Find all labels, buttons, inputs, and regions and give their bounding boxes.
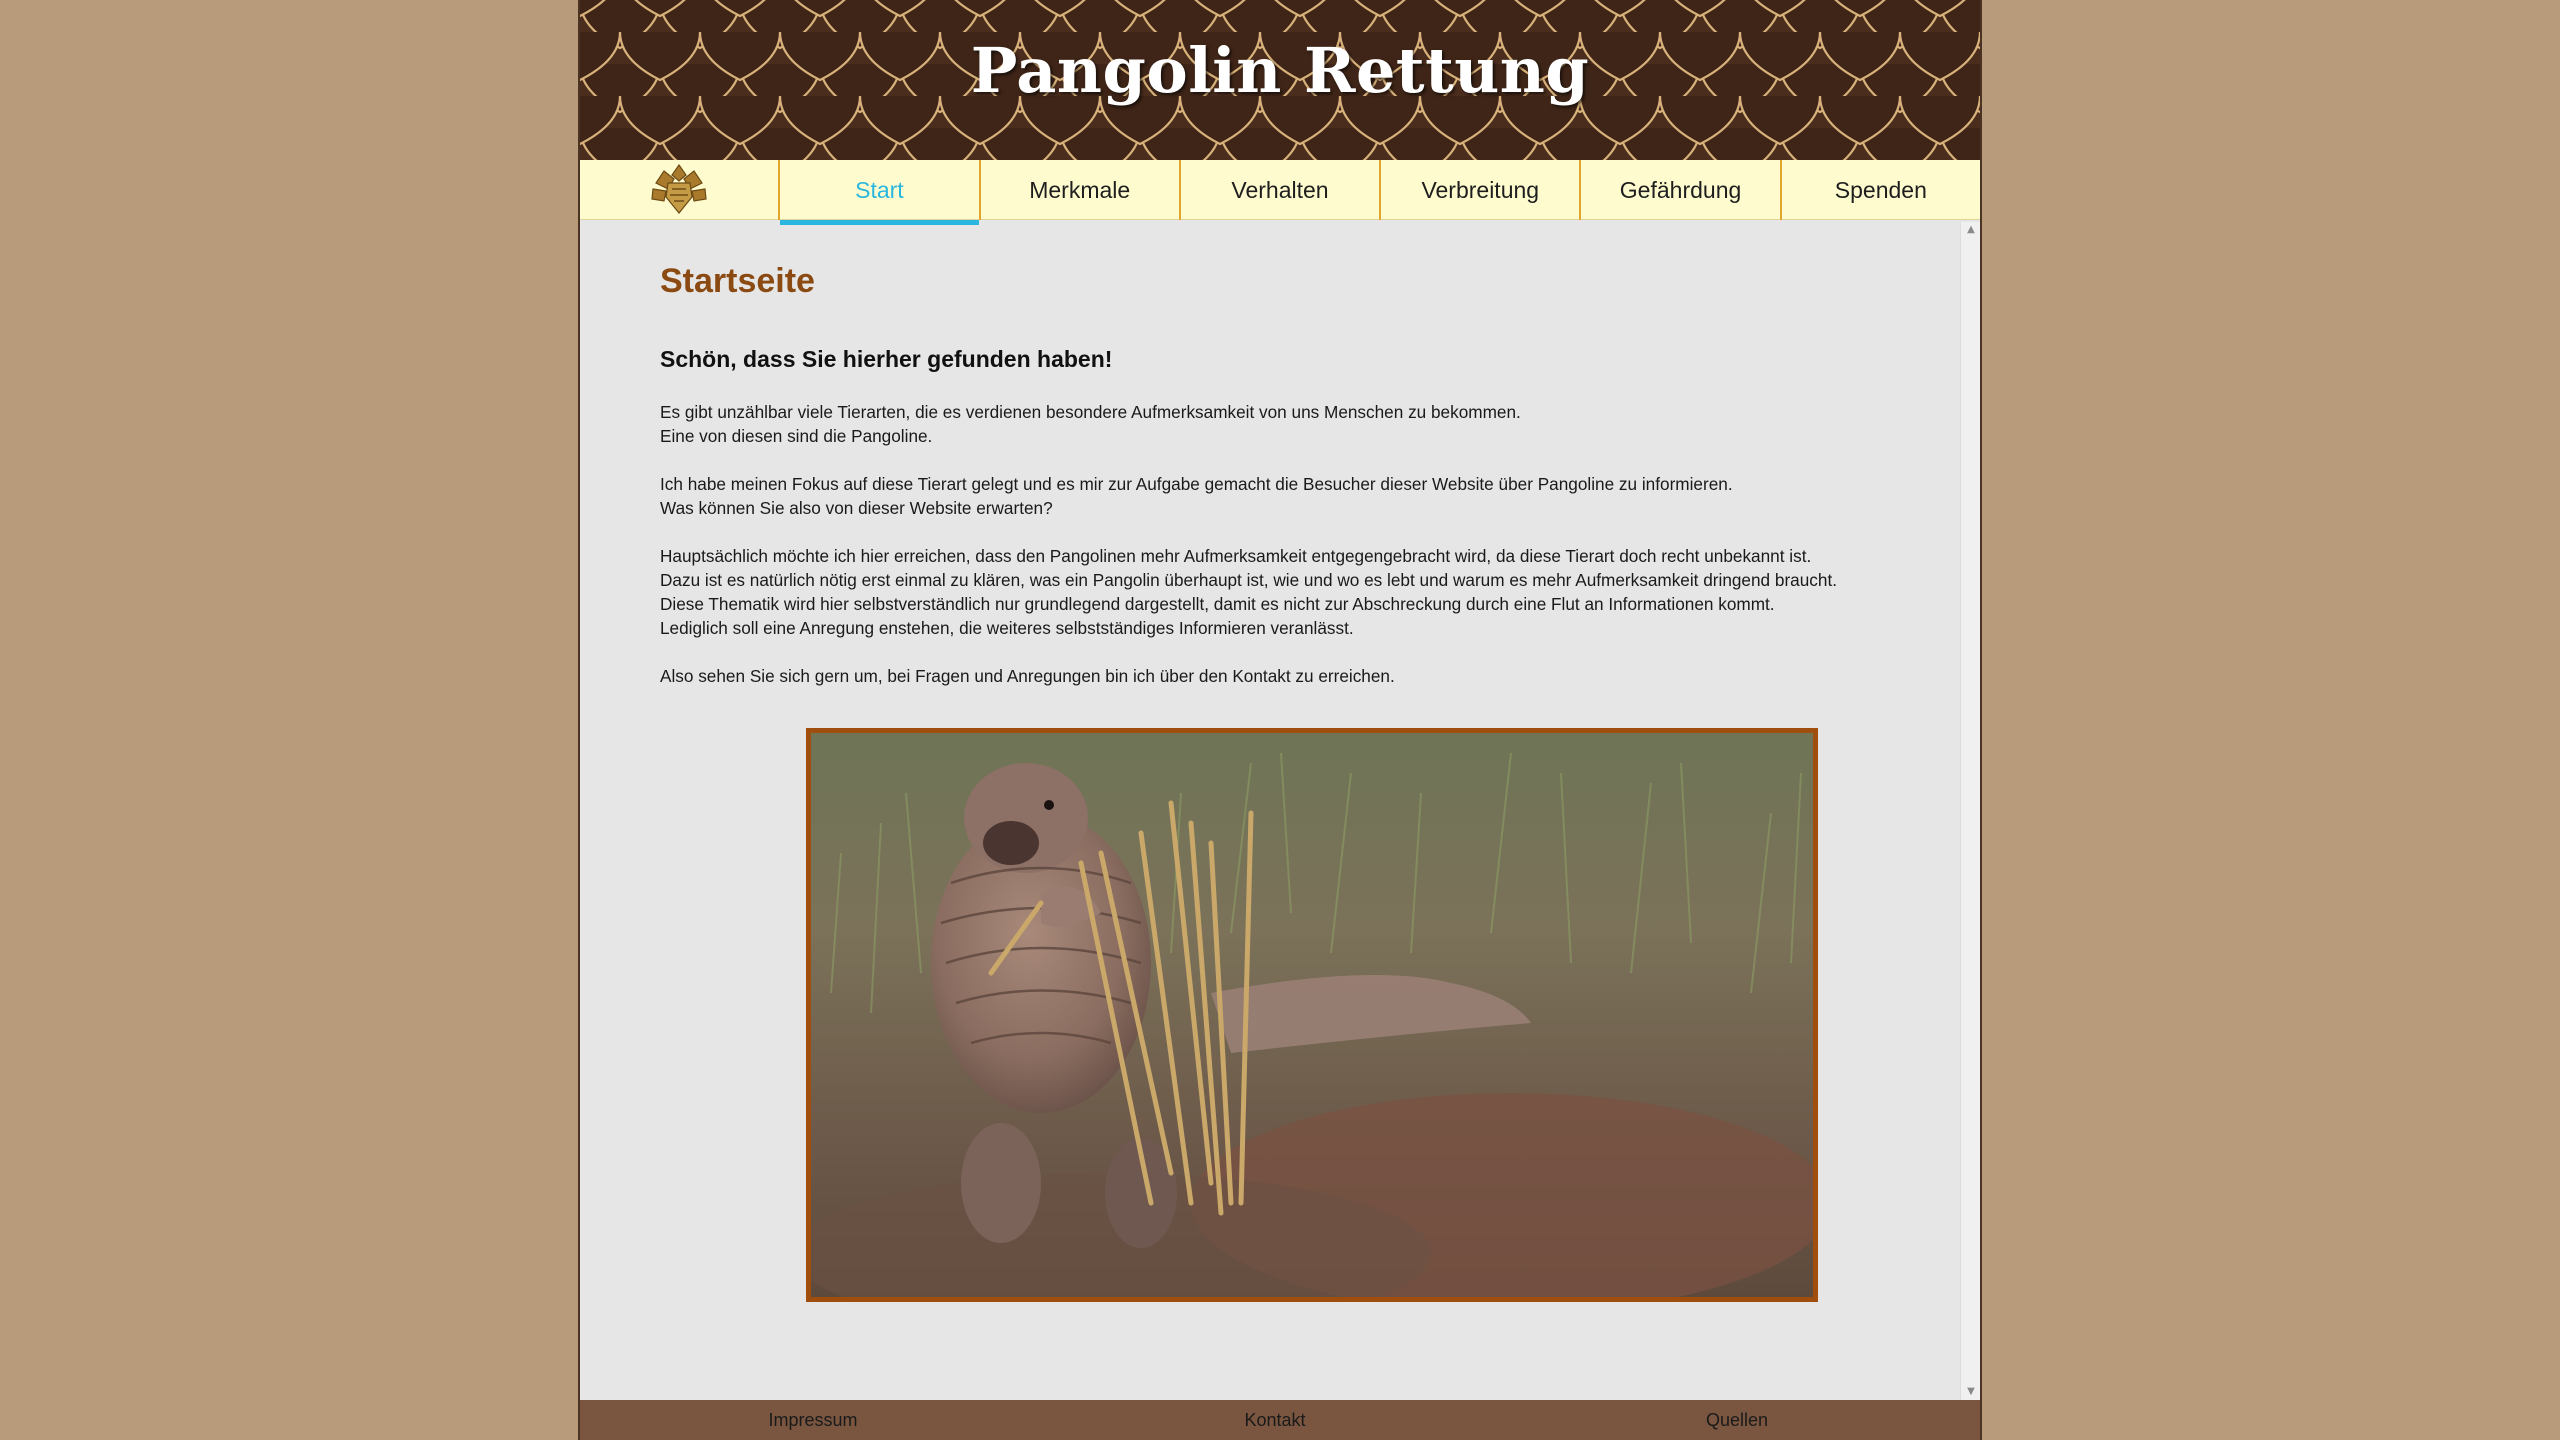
nav-tab-verbreitung[interactable]: Verbreitung xyxy=(1381,160,1582,220)
intro-paragraph: Es gibt unzählbar viele Tierarten, die e… xyxy=(660,400,1940,448)
text-line: Dazu ist es natürlich nötig erst einmal … xyxy=(660,570,1837,590)
text-line: Also sehen Sie sich gern um, bei Fragen … xyxy=(660,666,1395,686)
main-navigation: Start Merkmale Verhalten Verbreitung Gef… xyxy=(580,160,1980,225)
nav-tab-start[interactable]: Start xyxy=(780,160,981,225)
page-heading: Startseite xyxy=(660,262,815,300)
pangolin-emblem-icon xyxy=(651,163,707,214)
site-container: Pangolin Rettung Start Merkmale Verhalte… xyxy=(578,0,1982,1440)
pangolin-photo xyxy=(806,728,1818,1302)
text-line: Es gibt unzählbar viele Tierarten, die e… xyxy=(660,402,1521,422)
main-content: Startseite Schön, dass Sie hierher gefun… xyxy=(580,222,1962,1400)
footer-link-quellen[interactable]: Quellen xyxy=(1706,1400,1768,1440)
footer-link-kontakt[interactable]: Kontakt xyxy=(1244,1400,1305,1440)
goals-paragraph: Hauptsächlich möchte ich hier erreichen,… xyxy=(660,544,1940,640)
text-line: Was können Sie also von dieser Website e… xyxy=(660,498,1053,518)
scroll-down-arrow-icon[interactable]: ▼ xyxy=(1961,1384,1981,1400)
text-line: Diese Thematik wird hier selbstverständl… xyxy=(660,594,1775,614)
site-title: Pangolin Rettung xyxy=(970,34,1590,107)
welcome-subheading: Schön, dass Sie hierher gefunden haben! xyxy=(660,346,1113,372)
nav-tab-merkmale[interactable]: Merkmale xyxy=(981,160,1181,220)
scroll-up-arrow-icon[interactable]: ▲ xyxy=(1961,222,1981,238)
text-line: Lediglich soll eine Anregung enstehen, d… xyxy=(660,618,1354,638)
nav-logo[interactable] xyxy=(580,160,781,220)
nav-tab-gefaehrdung[interactable]: Gefährdung xyxy=(1581,160,1782,220)
nav-tab-spenden[interactable]: Spenden xyxy=(1782,160,1980,220)
text-line: Eine von diesen sind die Pangoline. xyxy=(660,426,933,446)
vertical-scrollbar[interactable]: ▲ ▼ xyxy=(1960,222,1980,1400)
site-footer: Impressum Kontakt Quellen xyxy=(580,1400,1980,1440)
footer-link-impressum[interactable]: Impressum xyxy=(768,1400,857,1440)
nav-tab-verhalten[interactable]: Verhalten xyxy=(1181,160,1382,220)
site-header: Pangolin Rettung xyxy=(580,0,1980,160)
pangolin-illustration xyxy=(811,733,1813,1297)
focus-paragraph: Ich habe meinen Fokus auf diese Tierart … xyxy=(660,472,1940,520)
text-line: Ich habe meinen Fokus auf diese Tierart … xyxy=(660,474,1733,494)
text-line: Hauptsächlich möchte ich hier erreichen,… xyxy=(660,546,1812,566)
closing-paragraph: Also sehen Sie sich gern um, bei Fragen … xyxy=(660,664,1940,688)
